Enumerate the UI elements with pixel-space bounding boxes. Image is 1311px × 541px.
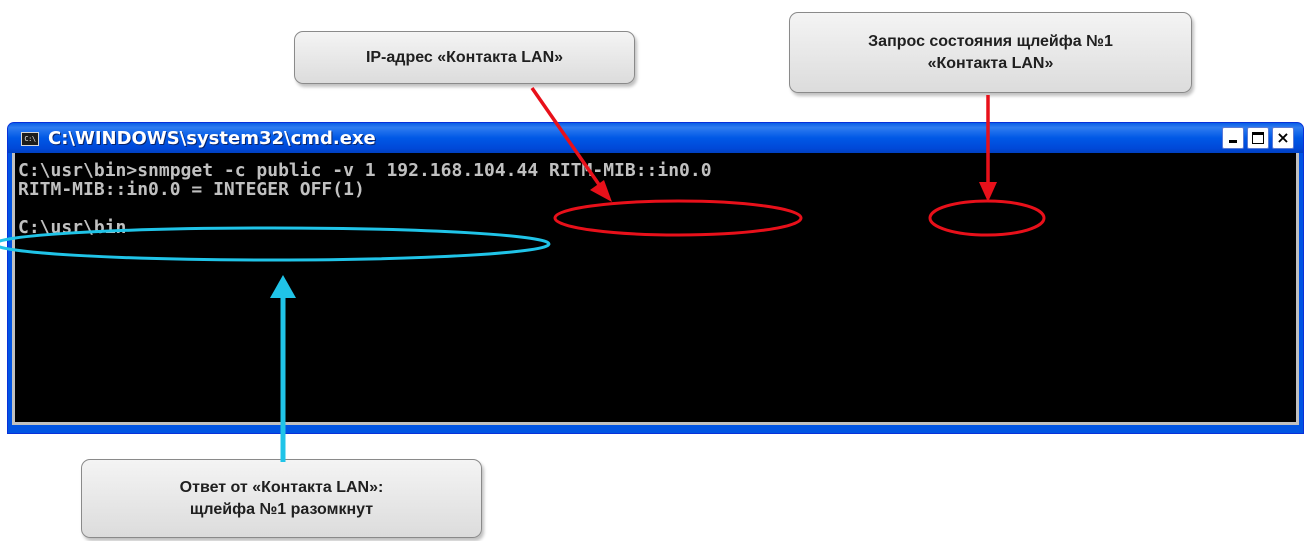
callout-query: Запрос состояния щлейфа №1 «Контакта LAN… xyxy=(789,12,1192,93)
callout-query-line1: Запрос состояния щлейфа №1 xyxy=(868,32,1113,50)
cmd-app-icon[interactable]: C:\ xyxy=(21,132,39,146)
title-bar[interactable]: C:\ C:\WINDOWS\system32\cmd.exe × xyxy=(8,123,1303,153)
minimize-button[interactable] xyxy=(1222,127,1244,149)
maximize-button[interactable] xyxy=(1247,127,1269,149)
minimize-icon xyxy=(1229,140,1237,143)
console-line-command: C:\usr\bin>snmpget -c public -v 1 192.16… xyxy=(18,160,712,181)
console-line-prompt: C:\usr\bin xyxy=(18,217,127,238)
cmd-window: C:\ C:\WINDOWS\system32\cmd.exe × C:\usr… xyxy=(7,122,1304,434)
callout-response-line2: щлейфа №1 разомкнут xyxy=(189,500,374,518)
callout-ip-address: IP-адрес «Контакта LAN» xyxy=(294,31,635,84)
console-line-response: RITM-MIB::in0.0 = INTEGER OFF(1) xyxy=(18,179,365,200)
maximize-icon xyxy=(1252,132,1264,144)
close-icon: × xyxy=(1276,128,1290,147)
callout-response-line1: Ответ от «Контакта LAN»: xyxy=(179,478,384,496)
window-title: C:\WINDOWS\system32\cmd.exe xyxy=(48,128,376,149)
callout-query-line2: «Контакта LAN» xyxy=(927,54,1054,72)
callout-response: Ответ от «Контакта LAN»: щлейфа №1 разом… xyxy=(81,459,482,538)
callout-ip-address-text: IP-адрес «Контакта LAN» xyxy=(365,48,564,66)
console-area[interactable]: C:\usr\bin>snmpget -c public -v 1 192.16… xyxy=(12,153,1299,425)
close-button[interactable]: × xyxy=(1272,127,1294,149)
